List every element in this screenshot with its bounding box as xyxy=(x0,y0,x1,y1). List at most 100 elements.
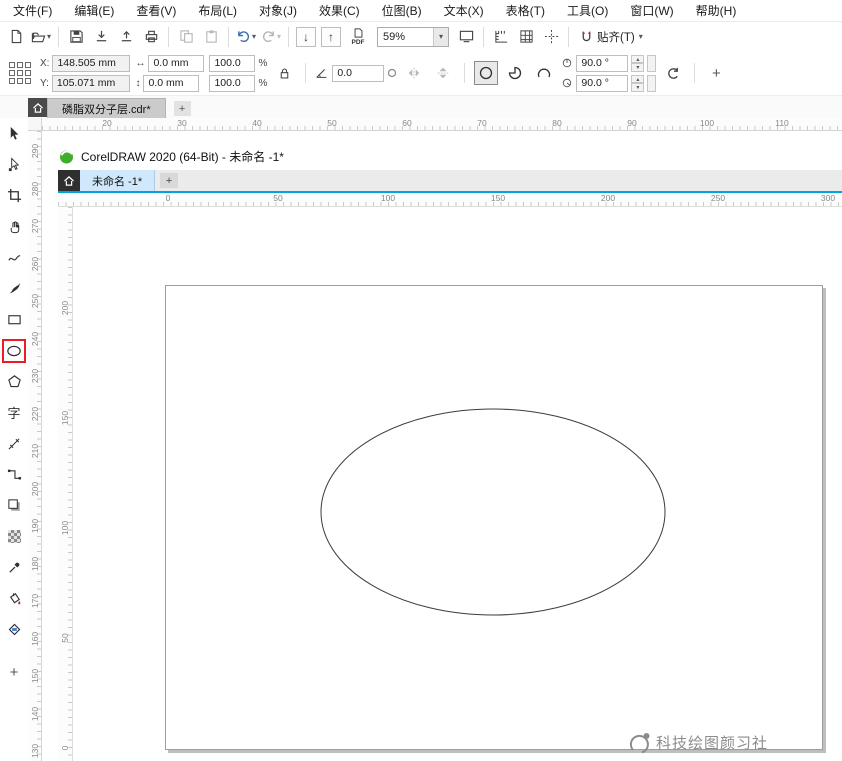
undo-button[interactable]: ▾ xyxy=(234,25,258,49)
connector-icon xyxy=(7,469,21,480)
menu-edit[interactable]: 编辑(E) xyxy=(63,0,125,22)
object-height-field[interactable]: 0.0 mm xyxy=(143,74,200,92)
zoom-dropdown-button[interactable]: ▾ xyxy=(433,27,448,46)
ruler-number: 70 xyxy=(477,118,487,128)
ellipse-mode-button[interactable] xyxy=(474,61,499,85)
rotation-angle-field[interactable]: 0.0 xyxy=(332,64,385,82)
checkerboard-icon xyxy=(7,530,21,543)
start-angle-stepper[interactable] xyxy=(647,54,657,72)
more-tools-button[interactable]: + xyxy=(0,657,28,688)
arc-mode-button[interactable] xyxy=(532,61,556,85)
connector-tool[interactable] xyxy=(0,459,28,490)
publish-pdf-button[interactable]: PDF xyxy=(344,25,372,49)
pick-tool[interactable] xyxy=(0,118,28,149)
menu-help[interactable]: 帮助(H) xyxy=(685,0,748,22)
menu-view[interactable]: 查看(V) xyxy=(125,0,187,22)
x-position-field[interactable]: 148.505 mm xyxy=(52,54,131,72)
drawing-area[interactable]: CorelDRAW 2020 (64-Bit) - 未命名 -1* 未命名 -1… xyxy=(42,131,842,761)
export-button[interactable] xyxy=(114,25,138,49)
crop-tool[interactable] xyxy=(0,180,28,211)
dimension-tool[interactable] xyxy=(0,428,28,459)
shape-tool[interactable] xyxy=(0,149,28,180)
watermark-logo-icon xyxy=(629,733,650,754)
menu-window[interactable]: 窗口(W) xyxy=(619,0,684,22)
export-dialog-button[interactable]: ↑ xyxy=(319,25,343,49)
show-grid-button[interactable] xyxy=(514,25,538,49)
save-button[interactable] xyxy=(64,25,88,49)
rectangle-tool[interactable] xyxy=(0,304,28,335)
mirror-horizontal-button xyxy=(402,61,426,85)
zoom-level-combobox[interactable]: 59% ▾ xyxy=(377,26,449,47)
menu-layout[interactable]: 布局(L) xyxy=(187,0,248,22)
chevron-down-icon[interactable]: ▾ xyxy=(252,32,256,41)
menu-table[interactable]: 表格(T) xyxy=(495,0,556,22)
show-rulers-button[interactable] xyxy=(489,25,513,49)
menu-tools[interactable]: 工具(O) xyxy=(556,0,619,22)
spin-down-icon[interactable]: ▾ xyxy=(631,63,645,72)
shadow-tool[interactable] xyxy=(0,490,28,521)
menu-object[interactable]: 对象(J) xyxy=(248,0,308,22)
document-tab[interactable]: 磷脂双分子层.cdr* xyxy=(47,98,166,118)
lock-ratio-button[interactable] xyxy=(272,61,296,85)
fill-tool[interactable] xyxy=(0,583,28,614)
menu-file[interactable]: 文件(F) xyxy=(2,0,63,22)
end-angle-stepper[interactable] xyxy=(647,74,657,92)
new-document-tab-button[interactable]: + xyxy=(173,101,191,116)
menu-effects[interactable]: 效果(C) xyxy=(308,0,371,22)
object-size-group: ↔ 0.0 mm ↕ 0.0 mm xyxy=(135,54,205,92)
menu-text[interactable]: 文本(X) xyxy=(433,0,495,22)
import-dialog-button[interactable]: ↓ xyxy=(294,25,318,49)
ruler-number: 250 xyxy=(710,193,726,203)
inner-window-title: CorelDRAW 2020 (64-Bit) - 未命名 -1* xyxy=(81,149,284,164)
snap-to-dropdown[interactable]: 贴齐(T) ▾ xyxy=(574,26,649,48)
inner-document-tab[interactable]: 未命名 -1* xyxy=(80,170,156,191)
ruler-number: 170 xyxy=(30,593,40,609)
spin-up-icon[interactable]: ▴ xyxy=(631,54,645,63)
pan-tool[interactable] xyxy=(0,211,28,242)
eyedropper-tool[interactable] xyxy=(0,552,28,583)
transparency-tool[interactable] xyxy=(0,521,28,552)
new-document-button[interactable] xyxy=(4,25,28,49)
page[interactable] xyxy=(165,285,823,750)
show-guidelines-button[interactable] xyxy=(539,25,563,49)
interactive-fill-icon xyxy=(8,623,20,636)
change-direction-button[interactable] xyxy=(661,61,685,85)
inner-home-button[interactable] xyxy=(58,170,80,191)
freehand-tool[interactable] xyxy=(0,242,28,273)
start-angle-spinner[interactable]: ▴ ▾ xyxy=(631,54,645,72)
print-icon xyxy=(145,30,157,43)
import-button[interactable] xyxy=(89,25,113,49)
object-origin-selector[interactable] xyxy=(9,62,31,84)
open-document-button[interactable]: ▾ xyxy=(29,25,53,49)
vertical-ruler[interactable]: 290 280 270 260 250 240 230 220 210 200 … xyxy=(28,131,42,761)
scale-x-field[interactable]: 100.0 xyxy=(209,54,256,72)
print-button[interactable] xyxy=(139,25,163,49)
home-button[interactable] xyxy=(28,98,47,117)
start-angle-field[interactable]: 90.0 ° xyxy=(576,54,629,72)
ruler-number: 300 xyxy=(820,193,836,203)
chevron-down-icon[interactable]: ▾ xyxy=(47,32,51,41)
object-width-field[interactable]: 0.0 mm xyxy=(148,54,205,72)
text-tool[interactable]: 字 xyxy=(0,397,28,428)
y-label: Y: xyxy=(40,77,49,89)
menu-bitmaps[interactable]: 位图(B) xyxy=(371,0,433,22)
pie-mode-button[interactable] xyxy=(503,61,527,85)
end-angle-field[interactable]: 90.0 ° xyxy=(576,74,629,92)
artistic-media-tool[interactable] xyxy=(0,273,28,304)
end-angle-spinner[interactable]: ▴ ▾ xyxy=(631,74,645,92)
ellipse-tool[interactable] xyxy=(0,335,28,366)
ruler-number: 180 xyxy=(30,556,40,572)
spin-up-icon[interactable]: ▴ xyxy=(631,74,645,83)
y-position-field[interactable]: 105.071 mm xyxy=(51,74,130,92)
polygon-tool[interactable] xyxy=(0,366,28,397)
horizontal-ruler[interactable]: 20 30 40 50 60 70 80 90 100 110 xyxy=(42,118,842,131)
ellipse-icon xyxy=(7,345,21,356)
spin-down-icon[interactable]: ▾ xyxy=(631,83,645,92)
inner-new-tab-button[interactable]: + xyxy=(160,173,179,188)
add-property-button[interactable]: + xyxy=(704,61,728,85)
ruler-number: 260 xyxy=(30,256,40,272)
fullscreen-preview-button[interactable] xyxy=(454,25,478,49)
scale-y-field[interactable]: 100.0 xyxy=(209,74,256,92)
ellipse-shape[interactable] xyxy=(166,286,822,749)
interactive-fill-tool[interactable] xyxy=(0,614,28,645)
